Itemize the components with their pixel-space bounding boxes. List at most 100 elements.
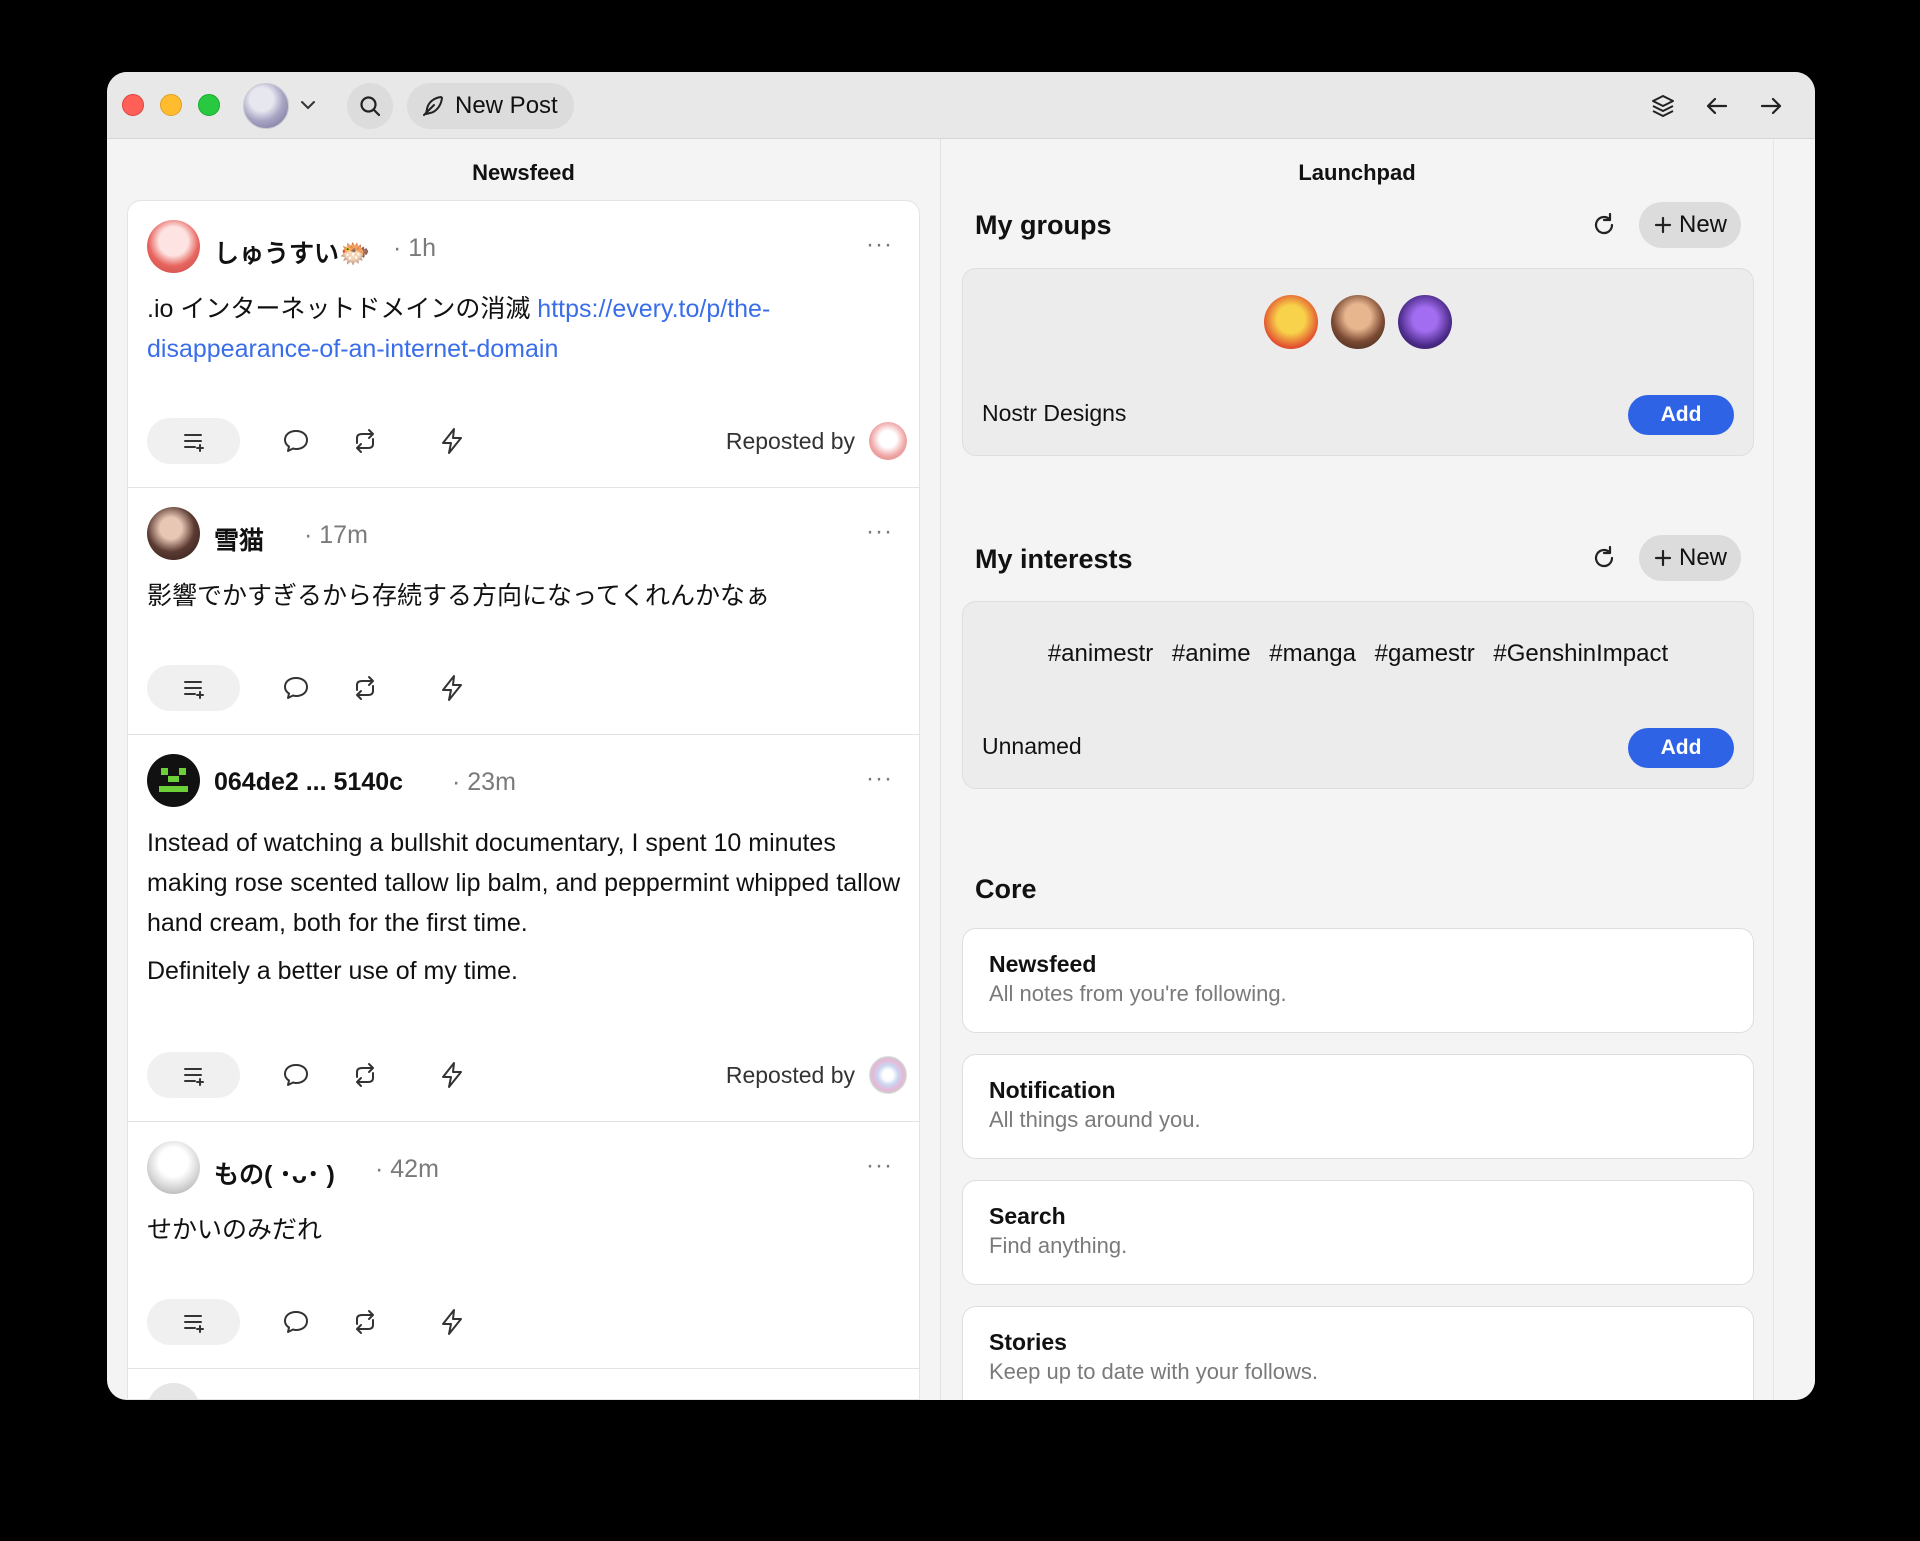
new-group-button[interactable]: New [1639, 202, 1741, 248]
interest-name: Unnamed [982, 733, 1082, 759]
side-panel-strip [1773, 139, 1815, 1400]
account-avatar[interactable] [243, 83, 289, 129]
reply-icon[interactable] [281, 1060, 311, 1090]
more-options-icon[interactable]: ··· [866, 1152, 893, 1180]
author-name[interactable]: しゅうすい🐡 [214, 234, 370, 270]
plus-icon [1654, 216, 1672, 234]
user-avatar[interactable] [147, 220, 200, 273]
post-actions: Reposted by [147, 1052, 907, 1098]
user-avatar[interactable] [147, 1383, 200, 1399]
more-options-icon[interactable]: ··· [866, 765, 893, 793]
author-name[interactable]: 064de2 ... 5140c [214, 768, 403, 797]
post-timestamp: · 17m [304, 521, 368, 549]
core-title: Core [975, 874, 1037, 904]
reposter-avatar[interactable] [869, 1056, 907, 1094]
list-icon [183, 434, 204, 452]
new-post-button[interactable]: New Post [407, 83, 574, 129]
add-group-button[interactable]: Add [1628, 395, 1734, 435]
reposted-by: Reposted by [726, 422, 907, 460]
new-interest-button[interactable]: New [1639, 535, 1741, 581]
thread-button[interactable] [147, 665, 240, 711]
core-item-description: Find anything. [989, 1233, 1128, 1258]
interest-tags: #animestr #anime #manga #gamestr #Genshi… [963, 640, 1753, 668]
arrow-left-icon[interactable] [1703, 92, 1731, 120]
user-avatar[interactable] [147, 1141, 200, 1194]
group-member-avatar [1398, 295, 1452, 349]
zap-icon[interactable] [437, 1060, 467, 1090]
zoom-window-button[interactable] [198, 94, 220, 116]
user-avatar[interactable] [147, 507, 200, 560]
group-card[interactable]: Nostr Designs Add [962, 268, 1754, 456]
repost-icon[interactable] [350, 673, 380, 703]
app-window: New Post Newsfeed Launchpad しゅうすい🐡 · 1h … [107, 72, 1815, 1400]
post-item: しゅうすい🐡 · 1h ··· .io インターネットドメインの消滅 https… [128, 201, 919, 488]
new-post-label: New Post [455, 92, 558, 119]
more-options-icon[interactable]: ··· [866, 231, 893, 259]
close-window-button[interactable] [122, 94, 144, 116]
core-item-description: All notes from you're following. [989, 981, 1287, 1006]
author-name[interactable]: 雪猫 [214, 521, 264, 557]
zap-icon[interactable] [437, 426, 467, 456]
post-timestamp: · 42m [375, 1155, 439, 1183]
repost-icon[interactable] [350, 1060, 380, 1090]
core-item-description: All things around you. [989, 1107, 1201, 1132]
list-icon [183, 681, 204, 699]
hashtag: #animestr [1047, 640, 1154, 667]
core-item-title: Newsfeed [989, 951, 1097, 977]
user-avatar[interactable] [147, 754, 200, 807]
add-interest-button[interactable]: Add [1628, 728, 1734, 768]
core-item-title: Stories [989, 1329, 1067, 1355]
core-item-title: Search [989, 1203, 1066, 1229]
newsfeed-column-title: Newsfeed [472, 160, 575, 185]
arrow-right-icon[interactable] [1757, 92, 1785, 120]
refresh-icon[interactable] [1589, 210, 1619, 240]
layers-icon[interactable] [1649, 92, 1677, 120]
core-item-newsfeed[interactable]: Newsfeed All notes from you're following… [962, 928, 1754, 1033]
reposter-avatar[interactable] [869, 422, 907, 460]
chevron-down-icon[interactable] [299, 96, 317, 114]
core-item-notification[interactable]: Notification All things around you. [962, 1054, 1754, 1159]
launchpad-column-title: Launchpad [1298, 160, 1416, 185]
author-name[interactable]: もの( ･ᴗ･ ) [214, 1155, 335, 1191]
thread-button[interactable] [147, 1299, 240, 1345]
post-actions [147, 1299, 907, 1345]
reposted-by: Reposted by [726, 1056, 907, 1094]
minimize-window-button[interactable] [160, 94, 182, 116]
group-member-avatar [1331, 295, 1385, 349]
post-content: せかいのみだれ [147, 1216, 323, 1244]
newsfeed-list: しゅうすい🐡 · 1h ··· .io インターネットドメインの消滅 https… [127, 200, 920, 1400]
list-icon [183, 1315, 204, 1333]
post-item: 雪猫 · 17m ··· 影響でかすぎるから存続する方向になってくれんかなぁ [128, 488, 919, 735]
pixel-face-icon [159, 768, 188, 792]
search-button[interactable] [347, 83, 393, 129]
hashtag: #GenshinImpact [1493, 640, 1669, 667]
plus-icon [1654, 549, 1672, 567]
thread-button[interactable] [147, 1052, 240, 1098]
thread-button[interactable] [147, 418, 240, 464]
core-item-search[interactable]: Search Find anything. [962, 1180, 1754, 1285]
zap-icon[interactable] [437, 673, 467, 703]
reply-icon[interactable] [281, 426, 311, 456]
post-content: 影響でかすぎるから存続する方向になってくれんかなぁ [147, 582, 771, 610]
refresh-icon[interactable] [1589, 543, 1619, 573]
list-icon [183, 1068, 204, 1086]
hashtag: #manga [1269, 640, 1356, 667]
group-member-avatar [1264, 295, 1318, 349]
core-item-title: Notification [989, 1077, 1116, 1103]
reply-icon[interactable] [281, 1307, 311, 1337]
repost-icon[interactable] [350, 1307, 380, 1337]
post-item: 064de2 ... 5140c · 23m ··· Instead of wa… [128, 735, 919, 1122]
feather-icon [423, 96, 443, 116]
repost-icon[interactable] [350, 426, 380, 456]
reply-icon[interactable] [281, 673, 311, 703]
group-name: Nostr Designs [982, 400, 1127, 426]
hashtag: #anime [1171, 640, 1251, 667]
more-options-icon[interactable]: ··· [866, 518, 893, 546]
core-item-description: Keep up to date with your follows. [989, 1359, 1318, 1384]
post-content: .io インターネットドメインの消滅 https://every.to/p/th… [147, 295, 771, 363]
interest-card[interactable]: #animestr #anime #manga #gamestr #Genshi… [962, 601, 1754, 789]
core-item-stories[interactable]: Stories Keep up to date with your follow… [962, 1306, 1754, 1400]
search-icon [360, 96, 381, 117]
post-content: Instead of watching a bullshit documenta… [147, 829, 901, 985]
zap-icon[interactable] [437, 1307, 467, 1337]
